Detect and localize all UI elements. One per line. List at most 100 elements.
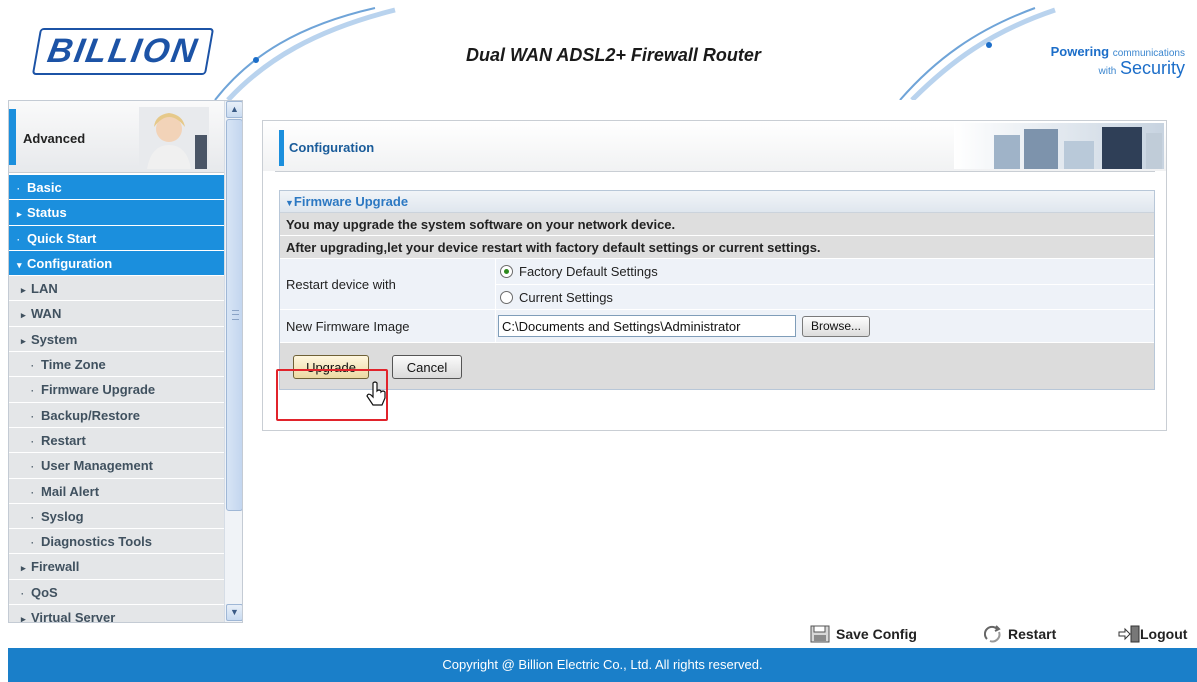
bullet-icon: · — [31, 411, 34, 422]
restart-arrows-icon — [984, 625, 1001, 643]
bullet-icon: · — [31, 386, 34, 397]
restart-label: Restart device with — [280, 259, 496, 309]
firmware-upgrade-section: ▼Firmware Upgrade You may upgrade the sy… — [279, 190, 1155, 390]
factory-default-label: Factory Default Settings — [519, 264, 658, 279]
sidebar-item-label: LAN — [31, 281, 58, 297]
save-config-label: Save Config — [836, 626, 917, 642]
sidebar-item-qos[interactable]: · QoS — [9, 579, 224, 606]
sidebar-item-time-zone[interactable]: · Time Zone — [9, 352, 224, 378]
scrollbar-thumb[interactable] — [226, 119, 242, 511]
sidebar-item-lan[interactable]: ▸ LAN — [9, 276, 224, 302]
sidebar-item-label: Restart — [41, 432, 86, 448]
sidebar-item-label: Syslog — [41, 508, 84, 524]
bullet-icon: · — [31, 512, 34, 523]
expand-arrow-icon: ▸ — [17, 209, 22, 220]
section-title-text: Firmware Upgrade — [293, 194, 409, 209]
info-line-1: You may upgrade the system software on y… — [280, 213, 1154, 236]
sidebar-item-firewall[interactable]: ▸ Firewall — [9, 554, 224, 580]
sidebar-item-wan[interactable]: ▸ WAN — [9, 301, 224, 327]
logout-door-icon — [1118, 625, 1140, 643]
restart-label: Restart — [1008, 626, 1057, 642]
logout-label: Logout — [1140, 626, 1188, 642]
sidebar-item-label: Diagnostics Tools — [41, 534, 152, 550]
sidebar-item-label: WAN — [31, 306, 62, 322]
radio-button-unselected[interactable] — [500, 290, 513, 304]
panel-header: Configuration — [263, 121, 1166, 171]
action-bar: Save Config Restart Logout — [0, 620, 1197, 648]
radio-button-selected[interactable] — [500, 265, 513, 278]
sidebar-item-basic[interactable]: · Basic — [9, 175, 224, 201]
bullet-icon: · — [21, 588, 24, 599]
cancel-button[interactable]: Cancel — [392, 355, 462, 379]
sidebar-item-restart[interactable]: · Restart — [9, 427, 224, 454]
office-photo-icon — [954, 123, 1164, 169]
sidebar-item-backup-restore[interactable]: · Backup/Restore — [9, 402, 224, 428]
tagline-security: Security — [1119, 58, 1185, 78]
restart-link[interactable]: Restart — [984, 620, 1056, 648]
configuration-panel: Configuration ▼Firmware Upgrade You may … — [262, 120, 1167, 431]
panel-accent-bar — [279, 130, 284, 166]
button-row: Upgrade Cancel — [280, 343, 1154, 389]
sidebar-item-status[interactable]: ▸ Status — [9, 200, 224, 226]
sidebar-item-diagnostics-tools[interactable]: · Diagnostics Tools — [9, 529, 224, 555]
scroll-down-arrow-icon[interactable]: ▼ — [226, 604, 242, 621]
advanced-label: Advanced — [23, 131, 86, 146]
browse-button[interactable]: Browse... — [802, 315, 871, 337]
info-line-2: After upgrading,let your device restart … — [280, 236, 1154, 259]
expand-arrow-icon: ▸ — [21, 285, 26, 296]
radio-current-settings[interactable]: Current Settings — [496, 284, 1154, 309]
sidebar-nav: · Basic ▸ Status · Quick Start ▾ Configuration ▸… — [9, 175, 224, 622]
copyright-footer: Copyright @ Billion Electric Co., Ltd. A… — [8, 648, 1197, 682]
collapse-triangle-icon: ▼ — [285, 198, 294, 208]
product-title: Dual WAN ADSL2+ Firewall Router — [0, 45, 1197, 66]
sidebar-item-label: Basic — [27, 180, 62, 195]
page-header: BILLION Dual WAN ADSL2+ Firewall Router … — [0, 0, 1197, 100]
bullet-icon: · — [31, 538, 34, 549]
panel-title: Configuration — [289, 140, 375, 155]
firmware-path-input[interactable] — [498, 315, 796, 337]
sidebar-item-label: Status — [27, 205, 67, 221]
sidebar-item-label: User Management — [41, 458, 153, 474]
floppy-disk-icon — [810, 625, 830, 643]
sidebar-item-syslog[interactable]: · Syslog — [9, 503, 224, 530]
logout-link[interactable]: Logout — [1118, 620, 1187, 648]
sidebar-item-mail-alert[interactable]: · Mail Alert — [9, 478, 224, 504]
sidebar-item-system[interactable]: ▸ System — [9, 326, 224, 353]
collapse-arrow-icon: ▾ — [17, 259, 22, 270]
panel-divider — [275, 171, 1155, 172]
firmware-image-row: New Firmware Image Browse... — [280, 310, 1154, 343]
save-config-link[interactable]: Save Config — [810, 620, 917, 648]
person-photo-icon — [139, 107, 209, 169]
sidebar-item-label: QoS — [31, 584, 58, 600]
hand-pointer-cursor-icon — [366, 381, 386, 406]
expand-arrow-icon: ▸ — [21, 563, 26, 574]
expand-arrow-icon: ▸ — [21, 335, 26, 346]
sidebar-item-label: Firewall — [31, 559, 80, 575]
firmware-image-label: New Firmware Image — [280, 310, 496, 342]
bullet-icon: · — [17, 234, 20, 245]
bullet-icon: · — [31, 462, 34, 473]
sidebar-item-configuration[interactable]: ▾ Configuration — [9, 250, 224, 277]
expand-arrow-icon: ▸ — [21, 310, 26, 321]
current-settings-label: Current Settings — [519, 289, 613, 305]
tagline: Powering communications with Security — [1051, 44, 1185, 79]
radio-factory-default[interactable]: Factory Default Settings — [496, 259, 1154, 284]
sidebar-item-user-management[interactable]: · User Management — [9, 453, 224, 479]
tagline-with: with — [1098, 66, 1117, 77]
bullet-icon: · — [31, 361, 34, 372]
bullet-icon: · — [17, 184, 20, 194]
scroll-up-arrow-icon[interactable]: ▲ — [226, 101, 242, 118]
product-title-text: Dual WAN ADSL2+ Firewall Router — [466, 45, 761, 65]
section-title[interactable]: ▼Firmware Upgrade — [280, 191, 1154, 213]
bullet-icon: · — [31, 436, 34, 447]
tagline-powering: Powering — [1050, 44, 1110, 59]
sidebar-item-label: Time Zone — [41, 357, 106, 373]
sidebar: Advanced · Basic ▸ Status · Quick Start ▾ Confi… — [8, 100, 243, 623]
sidebar-item-label: Firmware Upgrade — [41, 382, 156, 398]
sidebar-item-label: Quick Start — [27, 230, 97, 246]
sidebar-item-quick-start[interactable]: · Quick Start — [9, 225, 224, 251]
advanced-banner[interactable]: Advanced — [9, 101, 224, 173]
sidebar-item-label: Backup/Restore — [41, 407, 140, 423]
sidebar-scrollbar[interactable]: ▲ ▼ — [224, 101, 242, 622]
sidebar-item-firmware-upgrade[interactable]: · Firmware Upgrade — [9, 377, 224, 403]
